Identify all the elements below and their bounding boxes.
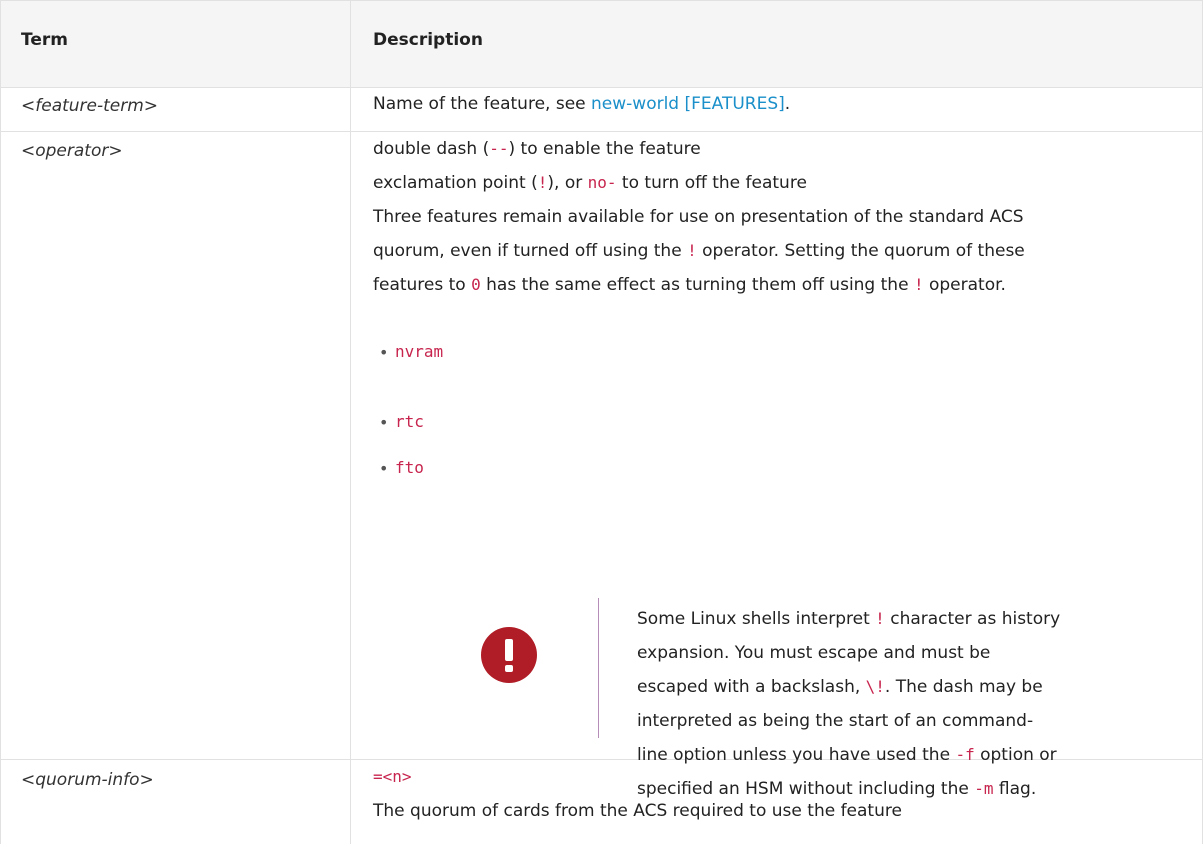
desc-text: line option unless you have used the <box>637 745 956 765</box>
inline-code: ! <box>687 241 697 260</box>
warning-line-5: line option unless you have used the -f … <box>637 738 1060 772</box>
table-header: Term Description <box>0 0 1203 87</box>
warning-line-2: expansion. You must escape and must be <box>637 643 991 663</box>
inline-code: ! <box>875 609 885 628</box>
term-operator: <operator> <box>21 141 123 161</box>
inline-code: no- <box>587 173 617 192</box>
inline-code: ! <box>913 275 924 294</box>
inline-code: -- <box>489 139 509 158</box>
list-bullet: • <box>379 459 389 478</box>
exclamation-icon <box>481 627 537 683</box>
list-item-rtc: rtc <box>395 412 424 431</box>
desc-text: has the same effect as turning them off … <box>480 275 914 295</box>
desc-text: to turn off the feature <box>616 173 807 193</box>
operator-line-1: double dash (--) to enable the feature <box>373 132 701 166</box>
warning-line-3: escaped with a backslash, \!. The dash m… <box>637 670 1060 704</box>
inline-code: ! <box>537 173 548 192</box>
inline-code: =<n> <box>373 767 412 786</box>
list-bullet: • <box>379 413 389 432</box>
desc-text: flag. <box>993 779 1037 799</box>
desc-text: . <box>784 94 791 114</box>
desc-text: character as history <box>884 609 1061 629</box>
desc-feature-term: Name of the feature, see new-world [FEAT… <box>373 87 790 121</box>
desc-text: ) to enable the feature <box>508 139 701 159</box>
quorum-desc-line: The quorum of cards from the ACS require… <box>373 801 902 821</box>
desc-text: Name of the feature, see <box>373 94 592 114</box>
desc-text: operator. <box>923 275 1006 295</box>
inline-code: -f <box>955 745 975 764</box>
operator-line-5: features to 0 has the same effect as tur… <box>373 268 1006 302</box>
term-feature-term: <feature-term> <box>21 96 159 116</box>
warning-divider <box>598 598 599 738</box>
quorum-code-line: =<n> <box>373 760 412 794</box>
inline-code: 0 <box>471 275 481 294</box>
desc-text: option or <box>974 745 1057 765</box>
table-border-top <box>0 0 1203 1</box>
desc-text: features to <box>373 275 472 295</box>
desc-text: quorum, even if turned off using the <box>373 241 688 261</box>
header-term: Term <box>21 30 68 50</box>
desc-text: escaped with a backslash, <box>637 677 866 697</box>
header-description: Description <box>373 30 483 50</box>
table-border-left <box>0 0 1 844</box>
features-link[interactable]: new-world [FEATURES] <box>591 94 785 114</box>
warning-text: Some Linux shells interpret ! character … <box>637 602 1060 806</box>
column-divider <box>350 0 351 844</box>
list-item-nvram: nvram <box>395 342 444 361</box>
warning-line-4: interpreted as being the start of an com… <box>637 711 1034 731</box>
inline-code: -m <box>974 779 994 798</box>
term-quorum-info: <quorum-info> <box>21 770 154 790</box>
warning-line-1: Some Linux shells interpret ! character … <box>637 602 1060 636</box>
desc-text: double dash ( <box>373 139 490 159</box>
desc-text: exclamation point ( <box>373 173 538 193</box>
desc-text: operator. Setting the quorum of these <box>696 241 1025 261</box>
operator-line-4: quorum, even if turned off using the ! o… <box>373 234 1025 268</box>
desc-text: ), or <box>547 173 588 193</box>
inline-code: \! <box>865 677 885 696</box>
desc-text: . The dash may be <box>884 677 1043 697</box>
list-bullet: • <box>379 343 389 362</box>
list-item-fto: fto <box>395 458 424 477</box>
feature-table: Term Description <feature-term> Name of … <box>0 0 1203 844</box>
operator-line-3: Three features remain available for use … <box>373 207 1024 227</box>
operator-line-2: exclamation point (!), or no- to turn of… <box>373 166 807 200</box>
desc-text: Some Linux shells interpret <box>637 609 876 629</box>
